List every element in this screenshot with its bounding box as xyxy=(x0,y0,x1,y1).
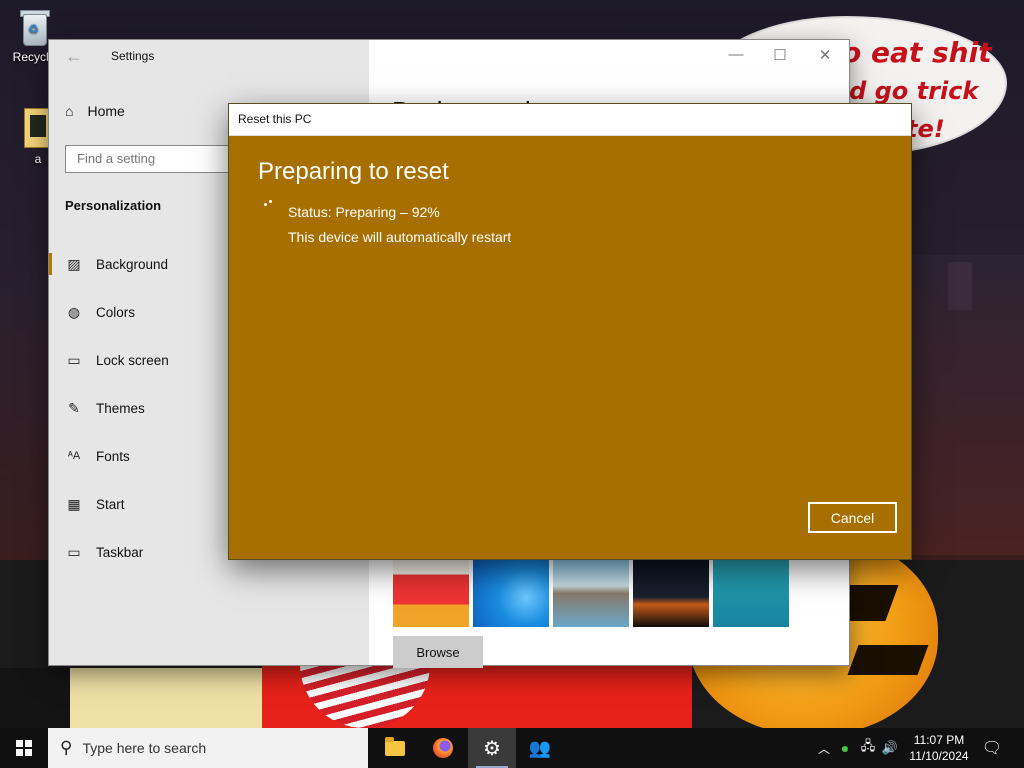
taskbar: ⚲ Type here to search ⚙ 👥 ︿ ● 🖧 🔊 11:07 … xyxy=(0,728,1024,768)
home-icon: ⌂ xyxy=(65,103,74,119)
dialog-title: Reset this PC xyxy=(238,112,312,126)
file-icon xyxy=(24,108,52,148)
network-icon[interactable]: 🖧 xyxy=(857,737,879,759)
settings-titlebar: ← Settings — ☐ ✕ xyxy=(49,40,849,72)
clock-date: 11/10/2024 xyxy=(909,749,969,763)
pumpkin-mouth xyxy=(847,645,929,675)
back-arrow-icon[interactable]: ← xyxy=(65,46,83,67)
sidebar-item-label: Background xyxy=(96,256,169,272)
dialog-heading: Preparing to reset xyxy=(258,158,449,185)
wallpaper-thumbnail[interactable] xyxy=(633,552,709,627)
start-button[interactable] xyxy=(0,728,48,768)
find-setting-input[interactable]: Find a setting xyxy=(65,145,237,173)
close-button[interactable]: ✕ xyxy=(805,46,845,64)
wallpaper-shape xyxy=(0,668,70,732)
firefox-icon xyxy=(433,738,453,758)
sidebar-item-label: Fonts xyxy=(96,448,130,464)
volume-icon[interactable]: 🔊 xyxy=(879,740,901,756)
taskbar-search-placeholder: Type here to search xyxy=(82,740,207,756)
recent-images xyxy=(393,552,789,627)
system-tray: ︿ ● 🖧 🔊 xyxy=(815,728,901,768)
settings-window-title: Settings xyxy=(111,49,155,63)
user-status-icon[interactable]: ● xyxy=(833,740,857,756)
wallpaper-thumbnail[interactable] xyxy=(473,552,549,627)
sidebar-item-label: Themes xyxy=(96,400,145,416)
start-icon: ▦ xyxy=(67,495,81,512)
sidebar-item-label: Start xyxy=(96,496,125,512)
notification-icon[interactable]: 🗨 xyxy=(980,738,1004,758)
search-icon: ⚲ xyxy=(60,738,73,757)
wallpaper-shape xyxy=(70,668,265,732)
minimize-button[interactable]: — xyxy=(716,46,756,63)
settings-app-button[interactable]: ⚙ xyxy=(468,728,516,768)
dialog-titlebar: Reset this PC xyxy=(229,104,911,136)
progress-spinner-icon xyxy=(264,200,274,210)
people-icon: 👥 xyxy=(528,737,552,758)
section-label: Personalization xyxy=(65,198,162,213)
nav-home[interactable]: ⌂ Home xyxy=(65,103,125,119)
taskbar-icon: ▭ xyxy=(67,543,81,560)
picture-icon: ▨ xyxy=(67,255,81,272)
recycle-bin-icon: ♻ xyxy=(17,6,51,46)
restart-notice: This device will automatically restart xyxy=(288,229,512,245)
sidebar-item-label: Lock screen xyxy=(96,352,169,368)
nav-home-label: Home xyxy=(87,103,125,119)
browse-button[interactable]: Browse xyxy=(393,636,483,668)
firefox-button[interactable] xyxy=(419,728,467,768)
fonts-icon: ᴬA xyxy=(67,450,81,462)
chevron-up-icon[interactable]: ︿ xyxy=(815,740,833,757)
maximize-button[interactable]: ☐ xyxy=(760,46,800,64)
settings-gear-icon: ⚙ xyxy=(483,737,501,760)
cancel-button[interactable]: Cancel xyxy=(808,502,897,533)
reset-pc-dialog: Reset this PC Preparing to reset Status:… xyxy=(229,104,911,559)
clock-time: 11:07 PM xyxy=(913,733,965,747)
palette-icon: ◍ xyxy=(67,303,81,320)
lock-screen-icon: ▭ xyxy=(67,351,81,368)
wallpaper-thumbnail[interactable] xyxy=(713,552,789,627)
wallpaper-thumbnail[interactable] xyxy=(553,552,629,627)
people-app-button[interactable]: 👥 xyxy=(516,728,564,768)
wallpaper-tower xyxy=(948,262,972,310)
status-text: Status: Preparing – 92% xyxy=(288,204,440,220)
clock[interactable]: 11:07 PM 11/10/2024 xyxy=(900,732,978,764)
file-explorer-button[interactable] xyxy=(371,728,419,768)
sidebar-item-label: Taskbar xyxy=(96,544,144,560)
wallpaper-thumbnail[interactable] xyxy=(393,552,469,627)
themes-icon: ✎ xyxy=(68,399,80,416)
sidebar-item-label: Colors xyxy=(96,304,136,320)
file-explorer-icon xyxy=(385,736,405,756)
windows-logo-icon xyxy=(16,740,32,756)
taskbar-search[interactable]: ⚲ Type here to search xyxy=(48,728,368,768)
